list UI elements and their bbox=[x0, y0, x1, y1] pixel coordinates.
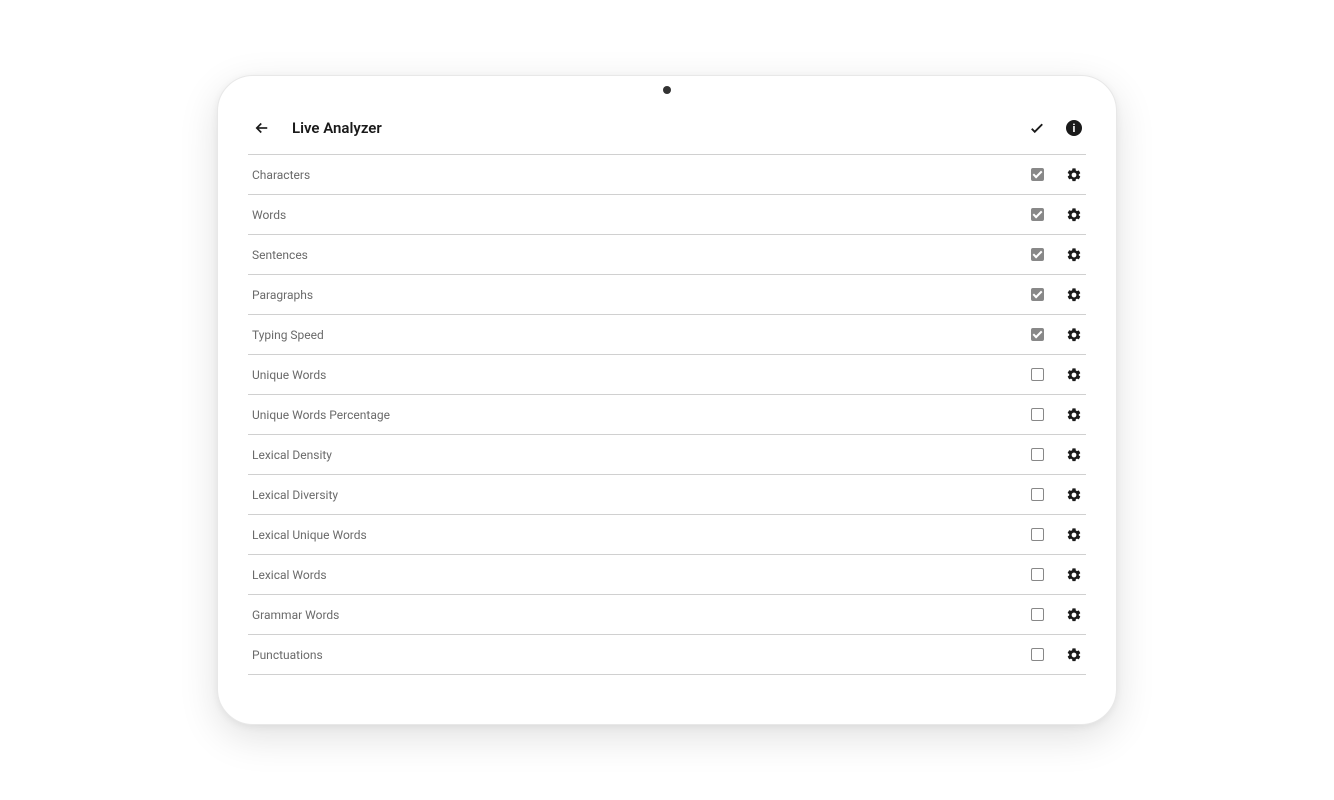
item-settings-button[interactable] bbox=[1066, 487, 1082, 503]
item-label: Lexical Words bbox=[252, 568, 327, 582]
confirm-button[interactable] bbox=[1028, 119, 1046, 137]
gear-icon bbox=[1066, 487, 1082, 503]
item-controls bbox=[1031, 527, 1082, 543]
list-item: Lexical Words bbox=[248, 555, 1086, 595]
item-label: Lexical Density bbox=[252, 448, 332, 462]
gear-icon bbox=[1066, 567, 1082, 583]
item-checkbox[interactable] bbox=[1031, 408, 1044, 421]
list-item: Lexical Density bbox=[248, 435, 1086, 475]
item-controls bbox=[1031, 287, 1082, 303]
item-settings-button[interactable] bbox=[1066, 647, 1082, 663]
gear-icon bbox=[1066, 167, 1082, 183]
tablet-frame: Live Analyzer i Characters Words Sentences… bbox=[217, 75, 1117, 725]
item-checkbox[interactable] bbox=[1031, 488, 1044, 501]
gear-icon bbox=[1066, 407, 1082, 423]
item-controls bbox=[1031, 607, 1082, 623]
item-label: Punctuations bbox=[252, 648, 323, 662]
item-controls bbox=[1031, 447, 1082, 463]
item-checkbox[interactable] bbox=[1031, 248, 1044, 261]
item-settings-button[interactable] bbox=[1066, 607, 1082, 623]
info-button[interactable]: i bbox=[1066, 120, 1082, 136]
check-icon bbox=[1028, 119, 1046, 137]
item-label: Lexical Diversity bbox=[252, 488, 338, 502]
settings-list: Characters Words Sentences Paragraphs Typing… bbox=[248, 155, 1086, 675]
list-item: Sentences bbox=[248, 235, 1086, 275]
gear-icon bbox=[1066, 367, 1082, 383]
list-item: Lexical Unique Words bbox=[248, 515, 1086, 555]
gear-icon bbox=[1066, 327, 1082, 343]
item-settings-button[interactable] bbox=[1066, 287, 1082, 303]
list-item: Punctuations bbox=[248, 635, 1086, 675]
item-label: Sentences bbox=[252, 248, 308, 262]
header-bar: Live Analyzer i bbox=[248, 108, 1086, 155]
list-item: Characters bbox=[248, 155, 1086, 195]
list-item: Paragraphs bbox=[248, 275, 1086, 315]
header-left: Live Analyzer bbox=[252, 118, 382, 138]
info-icon: i bbox=[1073, 122, 1076, 135]
item-settings-button[interactable] bbox=[1066, 367, 1082, 383]
gear-icon bbox=[1066, 447, 1082, 463]
item-controls bbox=[1031, 167, 1082, 183]
item-settings-button[interactable] bbox=[1066, 167, 1082, 183]
item-label: Lexical Unique Words bbox=[252, 528, 367, 542]
back-button[interactable] bbox=[252, 118, 272, 138]
app-screen: Live Analyzer i Characters Words Sentences… bbox=[248, 94, 1086, 694]
item-checkbox[interactable] bbox=[1031, 528, 1044, 541]
gear-icon bbox=[1066, 287, 1082, 303]
item-checkbox[interactable] bbox=[1031, 368, 1044, 381]
item-label: Characters bbox=[252, 168, 310, 182]
list-item: Typing Speed bbox=[248, 315, 1086, 355]
item-checkbox[interactable] bbox=[1031, 608, 1044, 621]
gear-icon bbox=[1066, 207, 1082, 223]
item-checkbox[interactable] bbox=[1031, 288, 1044, 301]
item-checkbox[interactable] bbox=[1031, 168, 1044, 181]
arrow-left-icon bbox=[253, 119, 271, 137]
item-checkbox[interactable] bbox=[1031, 208, 1044, 221]
item-label: Words bbox=[252, 208, 286, 222]
item-checkbox[interactable] bbox=[1031, 648, 1044, 661]
item-checkbox[interactable] bbox=[1031, 448, 1044, 461]
item-controls bbox=[1031, 647, 1082, 663]
item-controls bbox=[1031, 247, 1082, 263]
item-label: Unique Words Percentage bbox=[252, 408, 390, 422]
list-item: Unique Words bbox=[248, 355, 1086, 395]
item-settings-button[interactable] bbox=[1066, 567, 1082, 583]
list-item: Unique Words Percentage bbox=[248, 395, 1086, 435]
item-checkbox[interactable] bbox=[1031, 328, 1044, 341]
list-item: Words bbox=[248, 195, 1086, 235]
camera-dot bbox=[663, 86, 671, 94]
list-item: Lexical Diversity bbox=[248, 475, 1086, 515]
item-settings-button[interactable] bbox=[1066, 327, 1082, 343]
item-settings-button[interactable] bbox=[1066, 247, 1082, 263]
gear-icon bbox=[1066, 247, 1082, 263]
item-controls bbox=[1031, 367, 1082, 383]
item-controls bbox=[1031, 407, 1082, 423]
item-settings-button[interactable] bbox=[1066, 527, 1082, 543]
page-title: Live Analyzer bbox=[292, 119, 382, 137]
item-label: Paragraphs bbox=[252, 288, 313, 302]
item-settings-button[interactable] bbox=[1066, 207, 1082, 223]
item-label: Typing Speed bbox=[252, 328, 324, 342]
item-label: Grammar Words bbox=[252, 608, 339, 622]
gear-icon bbox=[1066, 607, 1082, 623]
gear-icon bbox=[1066, 647, 1082, 663]
item-checkbox[interactable] bbox=[1031, 568, 1044, 581]
item-settings-button[interactable] bbox=[1066, 407, 1082, 423]
gear-icon bbox=[1066, 527, 1082, 543]
item-settings-button[interactable] bbox=[1066, 447, 1082, 463]
item-label: Unique Words bbox=[252, 368, 326, 382]
list-item: Grammar Words bbox=[248, 595, 1086, 635]
header-right: i bbox=[1028, 119, 1082, 137]
item-controls bbox=[1031, 567, 1082, 583]
item-controls bbox=[1031, 487, 1082, 503]
item-controls bbox=[1031, 207, 1082, 223]
item-controls bbox=[1031, 327, 1082, 343]
